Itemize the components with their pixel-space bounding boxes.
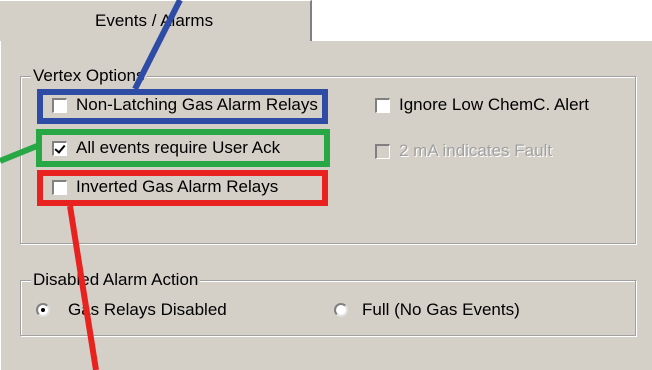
checkbox-box[interactable]: [375, 97, 390, 113]
disabled-alarm-action-title: Disabled Alarm Action: [31, 270, 201, 290]
green-highlight-box: [36, 129, 330, 167]
radio-dot-selected[interactable]: [36, 303, 50, 317]
tab-events-alarms[interactable]: Events / Alarms: [0, 0, 312, 41]
tab-label: Events / Alarms: [95, 11, 214, 30]
ignore-low-chemc-alert-checkbox[interactable]: Ignore Low ChemC. Alert: [375, 94, 589, 116]
vertex-options-title: Vertex Options: [31, 66, 147, 86]
full-no-gas-events-radio[interactable]: Full (No Gas Events): [334, 299, 520, 321]
tab-strip: Events / Alarms: [0, 0, 652, 41]
red-highlight-box: [37, 170, 328, 206]
2ma-indicates-fault-checkbox: 2 mA indicates Fault: [375, 140, 552, 162]
gas-relays-disabled-label: Gas Relays Disabled: [68, 300, 227, 319]
2ma-indicates-fault-label: 2 mA indicates Fault: [399, 141, 553, 160]
ignore-low-chemc-alert-label: Ignore Low ChemC. Alert: [399, 95, 589, 114]
radio-dot[interactable]: [334, 303, 348, 317]
blue-highlight-box: [37, 89, 328, 124]
gas-relays-disabled-radio[interactable]: Gas Relays Disabled: [36, 299, 227, 321]
full-no-gas-events-label: Full (No Gas Events): [362, 300, 520, 319]
checkbox-box-disabled: [375, 143, 390, 159]
